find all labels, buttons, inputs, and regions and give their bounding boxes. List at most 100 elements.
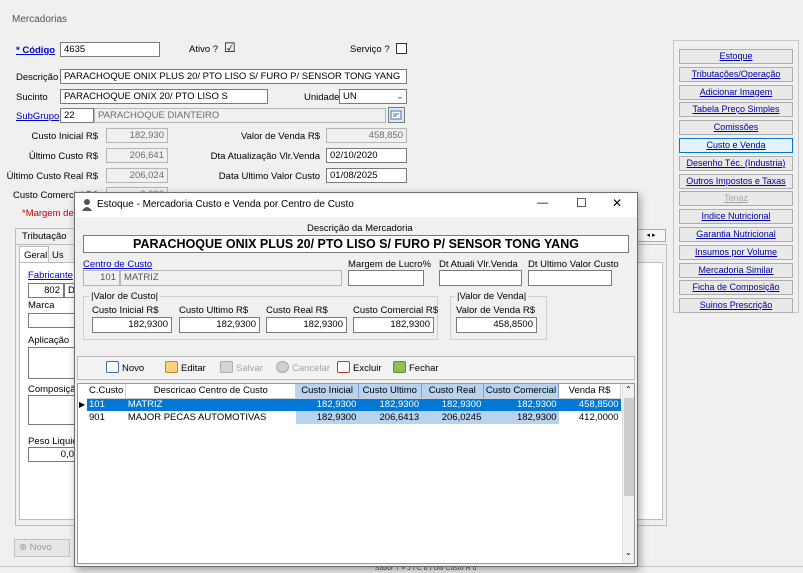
grid-header[interactable]: Custo Real: [421, 384, 484, 399]
centro-label[interactable]: Centro de Custo: [83, 259, 152, 270]
chevron-down-icon: ⌄: [396, 91, 404, 102]
desc-field: PARACHOQUE ONIX PLUS 20/ PTO LISO S/ FUR…: [83, 235, 629, 253]
aplicacao-textarea[interactable]: [28, 347, 78, 379]
dialog-titlebar: Estoque - Mercadoria Custo e Venda por C…: [75, 193, 637, 217]
vertical-scrollbar[interactable]: ⌃ ⌄: [622, 384, 634, 563]
right-button-adicionar-imagem[interactable]: Adicionar Imagem: [679, 84, 793, 100]
composicao-label: Composição: [28, 384, 81, 395]
dlg-custo-real-field: 182,9300: [266, 317, 347, 333]
unidade-label: Unidade: [304, 92, 340, 103]
ativo-checkbox[interactable]: ☑: [224, 41, 236, 55]
dt-ultimo-custo-input[interactable]: 01/08/2025: [326, 168, 407, 183]
marca-input[interactable]: [28, 313, 78, 328]
right-button-indice-nutricional[interactable]: Indice Nutricional: [679, 209, 793, 225]
right-button-insumos-por-volume[interactable]: Insumos por Volume: [679, 244, 793, 260]
right-button-tenaz[interactable]: Tenaz: [679, 191, 793, 207]
dlg-valor-venda-label: Valor de Venda R$: [456, 305, 536, 316]
search-list-icon: [390, 110, 402, 120]
dt-atualiza-input[interactable]: 02/10/2020: [326, 148, 407, 163]
scroll-down-icon[interactable]: ⌄: [625, 548, 632, 557]
edit-icon: [165, 361, 178, 373]
novo-button[interactable]: Novo: [104, 360, 146, 377]
centro-code-input[interactable]: 101: [83, 270, 120, 286]
aplicacao-label: Aplicação: [28, 335, 70, 346]
right-button-custo-e-venda[interactable]: Custo e Venda: [679, 138, 793, 153]
unidade-select[interactable]: UN ⌄: [339, 89, 407, 104]
valor-venda-label: Valor de Venda R$: [240, 131, 320, 142]
exit-door-icon: [393, 361, 406, 373]
grid-header[interactable]: Venda R$: [558, 384, 621, 399]
right-button-mercadoria-similar[interactable]: Mercadoria Similar: [679, 262, 793, 278]
fabricante-code-input[interactable]: 802: [28, 283, 64, 298]
scroll-up-icon[interactable]: ⌃: [625, 385, 632, 394]
servico-checkbox[interactable]: [396, 43, 407, 54]
lookup-button[interactable]: [388, 107, 405, 123]
right-button-suinos-prescri-o[interactable]: Suinos Prescrição: [679, 298, 793, 314]
custo-inicial-label: Custo Inicial R$: [31, 131, 98, 142]
new-doc-icon: [106, 361, 119, 373]
cancelar-button[interactable]: Cancelar: [274, 360, 332, 377]
scroll-thumb[interactable]: [624, 398, 634, 496]
right-button-ficha-de-composi-o[interactable]: Ficha de Composição: [679, 280, 793, 296]
main-novo-button[interactable]: ⊕ Novo: [14, 539, 70, 557]
grid-cell: 206,6413: [358, 411, 422, 424]
dt-atual-input[interactable]: [439, 270, 522, 286]
dt-ultimo-input[interactable]: [528, 270, 612, 286]
person-icon: [82, 199, 92, 211]
subtab-us[interactable]: Us: [49, 248, 74, 262]
subtab-geral[interactable]: Geral: [19, 246, 49, 262]
dlg-custo-comercial-label: Custo Comercial R$: [353, 305, 438, 316]
right-button-garantia-nutricional[interactable]: Garantia Nutricional: [679, 227, 793, 242]
subgrupo-label[interactable]: SubGrupo: [16, 111, 59, 122]
dlg-custo-ultimo-label: Custo Ultimo R$: [179, 305, 249, 316]
right-button-estoque[interactable]: Estoque: [679, 49, 793, 64]
grid-header[interactable]: Custo Comercial: [483, 384, 560, 399]
fabricante-label[interactable]: Fabricante: [28, 270, 73, 281]
tab-scroll-arrows[interactable]: ◂ ▸: [636, 229, 666, 242]
margem-lucro-input[interactable]: [348, 270, 424, 286]
salvar-button[interactable]: Salvar: [218, 360, 265, 377]
fechar-button[interactable]: Fechar: [391, 360, 441, 377]
tab-tributacao[interactable]: Tributação: [15, 228, 75, 244]
codigo-label[interactable]: * Código: [16, 45, 55, 56]
maximize-icon[interactable]: ☐: [576, 196, 587, 210]
grid-header[interactable]: Descricao Centro de Custo: [125, 384, 297, 399]
peso-input[interactable]: 0,0: [28, 447, 78, 462]
right-button-tributa-es-opera-o[interactable]: Tributações/Operação: [679, 66, 793, 82]
right-button-desenho-t-c-industria[interactable]: Desenho Téc. (Industria): [679, 155, 793, 171]
codigo-input[interactable]: 4635: [60, 42, 160, 57]
save-icon: [220, 361, 233, 373]
dt-ultimo-label: Dt Ultimo Valor Custo: [528, 259, 619, 270]
minimize-icon[interactable]: —: [537, 197, 548, 209]
grid-cell: 182,9300: [421, 398, 484, 411]
valor-venda-field: 458,850: [326, 128, 407, 143]
close-icon[interactable]: ✕: [612, 196, 622, 210]
right-button-tabela-pre-o-simples[interactable]: Tabela Preço Simples: [679, 102, 793, 118]
subgrupo-name-field: PARACHOQUE DIANTEIRO: [94, 108, 386, 123]
descricao-input[interactable]: PARACHOQUE ONIX PLUS 20/ PTO LISO S/ FUR…: [60, 69, 407, 84]
grid-header[interactable]: Custo Ultimo: [358, 384, 422, 399]
ultimo-custo-field: 206,641: [106, 148, 168, 163]
peso-label: Peso Liquid: [28, 436, 78, 447]
grid-cell: 182,9300: [295, 398, 359, 411]
servico-label: Serviço ?: [350, 44, 390, 55]
current-row-arrow-icon: ▶: [79, 400, 86, 409]
grid-header[interactable]: Custo Inicial: [295, 384, 359, 399]
grid-header[interactable]: C.Custo: [87, 384, 127, 399]
subgrupo-code-input[interactable]: 22: [60, 108, 94, 123]
right-button-comiss-es[interactable]: Comissões: [679, 120, 793, 136]
grid-cell: MAJOR PECAS AUTOMOTIVAS: [125, 411, 296, 424]
grid-cell: 182,9300: [295, 411, 359, 424]
sucinto-input[interactable]: PARACHOQUE ONIX 20/ PTO LISO S: [60, 89, 268, 104]
table-row[interactable]: 101 MATRIZ 182,9300 182,9300 182,9300 182,930…: [87, 398, 621, 411]
margem-lucro-label: Margem de Lucro%: [348, 259, 431, 270]
sucinto-label: Sucinto: [16, 92, 48, 103]
excluir-button[interactable]: Excluir: [335, 360, 384, 377]
right-button-outros-impostos-e-taxas[interactable]: Outros Impostos e Taxas: [679, 173, 793, 189]
ultimo-custo-real-field: 206,024: [106, 168, 168, 183]
dialog-title: Estoque - Mercadoria Custo e Venda por C…: [97, 199, 354, 210]
custo-inicial-field: 182,930: [106, 128, 168, 143]
composicao-textarea[interactable]: [28, 395, 78, 425]
editar-button[interactable]: Editar: [163, 360, 208, 377]
table-row[interactable]: 901 MAJOR PECAS AUTOMOTIVAS 182,9300 206,64…: [87, 411, 621, 424]
